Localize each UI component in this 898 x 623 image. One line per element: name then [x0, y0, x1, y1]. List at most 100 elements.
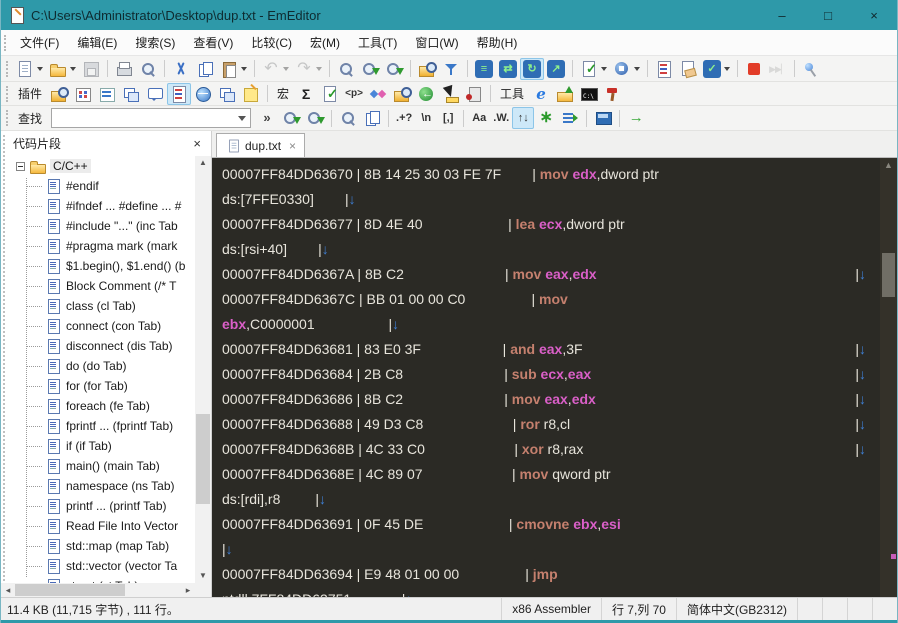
- cut-button[interactable]: [169, 58, 193, 80]
- scroll-left-icon[interactable]: ◂: [1, 583, 15, 597]
- macros-button[interactable]: ✓: [700, 58, 733, 80]
- editor-line[interactable]: ds:[rdi],r8 |↓: [222, 487, 880, 512]
- dropdown-arrow-icon[interactable]: [316, 67, 322, 71]
- toolbar-main-grip[interactable]: [6, 61, 8, 77]
- editor-line[interactable]: ds:[7FFE0330] |↓: [222, 187, 880, 212]
- web-preview-button[interactable]: [191, 83, 215, 105]
- scroll-right-icon[interactable]: ▸: [181, 583, 195, 597]
- record-stop-button[interactable]: [742, 58, 766, 80]
- wrap-none-button[interactable]: ≡: [472, 58, 496, 80]
- tab-close-icon[interactable]: ×: [289, 139, 296, 153]
- find-input[interactable]: [52, 109, 233, 127]
- snippet-item[interactable]: printf ... (printf Tab): [7, 496, 195, 516]
- editor-line[interactable]: ebx,C0000001 |↓: [222, 312, 880, 337]
- snippet-item[interactable]: main() (main Tab): [7, 456, 195, 476]
- snippet-item[interactable]: class (cl Tab): [7, 296, 195, 316]
- status-cursor-position[interactable]: 行 7,列 70: [601, 598, 676, 620]
- playback-button[interactable]: ▶▶▏: [766, 58, 790, 80]
- sidebar-vertical-scrollbar[interactable]: ▲ ▼: [195, 156, 211, 583]
- dropdown-arrow-icon[interactable]: [601, 67, 607, 71]
- filter-button[interactable]: [439, 58, 463, 80]
- copy-results-button[interactable]: [360, 107, 384, 129]
- toolbar-overflow-button[interactable]: »: [255, 107, 279, 129]
- editor-line[interactable]: 00007FF84DD6367A | 8B C2 | mov eax,edx|↓: [222, 262, 880, 287]
- scroll-up-icon[interactable]: ▲: [195, 156, 211, 170]
- command-prompt-button[interactable]: [577, 83, 601, 105]
- copy-button[interactable]: [193, 58, 217, 80]
- snippet-item[interactable]: #ifndef ... #define ... #: [7, 196, 195, 216]
- save-file-button[interactable]: [79, 58, 103, 80]
- editor-line[interactable]: 00007FF84DD6368B | 4C 33 C0 | xor r8,rax…: [222, 437, 880, 462]
- dropdown-arrow-icon[interactable]: [70, 67, 76, 71]
- snippet-item[interactable]: std::vector (vector Ta: [7, 556, 195, 576]
- snippets-search-button[interactable]: [47, 83, 71, 105]
- chevron-down-icon[interactable]: [233, 109, 250, 127]
- maximize-button[interactable]: □: [805, 0, 851, 30]
- redo-button[interactable]: ↷: [292, 58, 325, 80]
- snippets-button[interactable]: [239, 83, 263, 105]
- menu-item[interactable]: 比较(C): [242, 30, 301, 55]
- regex-toggle-button[interactable]: .+?: [393, 107, 415, 129]
- open-file-button[interactable]: [46, 58, 79, 80]
- status-encoding[interactable]: 简体中文(GB2312): [676, 598, 797, 620]
- paste-button[interactable]: [217, 58, 250, 80]
- search-folder-button[interactable]: [415, 58, 439, 80]
- print-button[interactable]: [112, 58, 136, 80]
- menubar-grip[interactable]: [4, 35, 6, 51]
- count-matches-button[interactable]: ∗: [534, 107, 558, 129]
- editor-line[interactable]: ds:[rsi+40] |↓: [222, 237, 880, 262]
- display-settings-button[interactable]: [591, 107, 615, 129]
- editor-content[interactable]: 00007FF84DD63670 | 8B 14 25 30 03 FE 7F …: [212, 158, 880, 597]
- sidebar-hscroll-thumb[interactable]: [15, 584, 125, 596]
- wrap-by-window-button[interactable]: ↻: [520, 58, 544, 80]
- projects-button[interactable]: [215, 83, 239, 105]
- menu-item[interactable]: 搜索(S): [126, 30, 184, 55]
- editor-vscroll-thumb[interactable]: [882, 253, 895, 297]
- sidebar-close-icon[interactable]: ×: [189, 136, 205, 151]
- snippet-item[interactable]: for (for Tab): [7, 376, 195, 396]
- editor-line[interactable]: 00007FF84DD63670 | 8B 14 25 30 03 FE 7F …: [222, 162, 880, 187]
- pin-button[interactable]: [799, 58, 823, 80]
- editor-line[interactable]: 00007FF84DD6367C | BB 01 00 00 C0 | mov: [222, 287, 880, 312]
- range-toggle-button[interactable]: [,]: [437, 107, 459, 129]
- plugins-button[interactable]: [610, 58, 643, 80]
- editor-line[interactable]: 00007FF84DD63681 | 83 E0 3F | and eax,3F…: [222, 337, 880, 362]
- jump-next-button[interactable]: →: [624, 107, 648, 129]
- snippet-item[interactable]: fprintf ... (fprintf Tab): [7, 416, 195, 436]
- snippet-item[interactable]: #include "..." (inc Tab: [7, 216, 195, 236]
- close-button[interactable]: ×: [851, 0, 897, 30]
- outline-button[interactable]: [577, 58, 610, 80]
- web-browser-button[interactable]: e: [529, 83, 553, 105]
- undo-button[interactable]: ↶: [259, 58, 292, 80]
- markers-button[interactable]: [167, 83, 191, 105]
- snippet-item[interactable]: namespace (ns Tab): [7, 476, 195, 496]
- snippet-item[interactable]: disconnect (dis Tab): [7, 336, 195, 356]
- menu-item[interactable]: 编辑(E): [68, 30, 126, 55]
- play-macro-button[interactable]: [676, 58, 700, 80]
- replace-in-files-button[interactable]: [382, 58, 406, 80]
- find-next-button[interactable]: [279, 107, 303, 129]
- sidebar-vscroll-thumb[interactable]: [196, 414, 210, 504]
- status-syntax[interactable]: x86 Assembler: [501, 598, 601, 620]
- snippet-item[interactable]: #pragma mark (mark: [7, 236, 195, 256]
- editor-line[interactable]: ntdll.7FF84DD63751 |↓: [222, 587, 880, 597]
- explorer-button[interactable]: [95, 83, 119, 105]
- dropdown-arrow-icon[interactable]: [37, 67, 43, 71]
- snippet-item[interactable]: #endif: [7, 176, 195, 196]
- compare-button[interactable]: [462, 83, 486, 105]
- snippet-item[interactable]: connect (con Tab): [7, 316, 195, 336]
- editor-scroll-up-icon[interactable]: ▲: [880, 160, 897, 170]
- open-folder-tool-button[interactable]: [553, 83, 577, 105]
- editor-line[interactable]: 00007FF84DD63694 | E9 48 01 00 00 | jmp: [222, 562, 880, 587]
- dropdown-arrow-icon[interactable]: [283, 67, 289, 71]
- toolbar-find-grip[interactable]: [6, 110, 8, 126]
- validate-button[interactable]: [318, 83, 342, 105]
- scroll-down-icon[interactable]: ▼: [195, 569, 211, 583]
- navigate-back-button[interactable]: [414, 83, 438, 105]
- wrap-by-page-button[interactable]: ↗: [544, 58, 568, 80]
- menu-item[interactable]: 查看(V): [184, 30, 242, 55]
- wrap-by-characters-button[interactable]: ⇄: [496, 58, 520, 80]
- find-combobox[interactable]: [51, 108, 251, 128]
- snippet-item[interactable]: Read File Into Vector: [7, 516, 195, 536]
- snippet-item[interactable]: foreach (fe Tab): [7, 396, 195, 416]
